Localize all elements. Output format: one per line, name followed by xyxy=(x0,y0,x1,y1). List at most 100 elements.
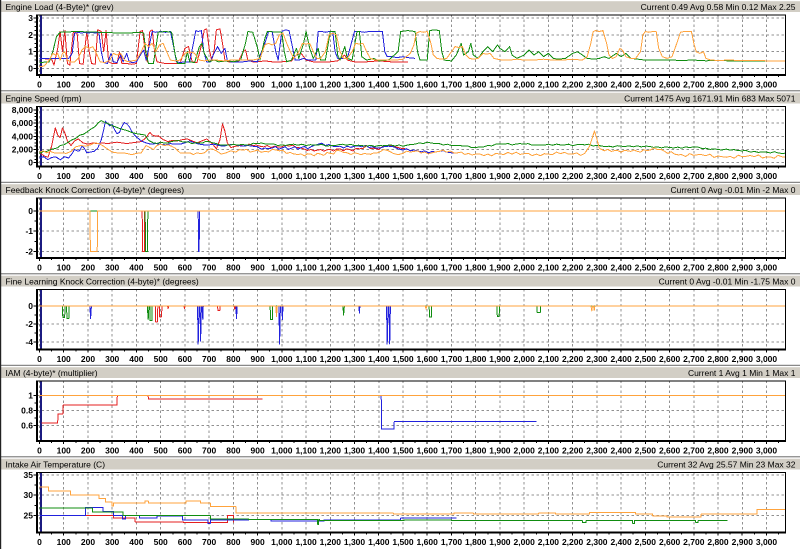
svg-text:600: 600 xyxy=(178,354,192,364)
svg-text:2,300: 2,300 xyxy=(586,171,608,181)
svg-text:500: 500 xyxy=(154,80,168,90)
svg-text:700: 700 xyxy=(202,80,216,90)
svg-text:700: 700 xyxy=(202,263,216,273)
svg-text:1,900: 1,900 xyxy=(489,171,511,181)
svg-text:700: 700 xyxy=(202,537,216,547)
svg-text:200: 200 xyxy=(81,446,95,456)
svg-text:2,400: 2,400 xyxy=(610,446,632,456)
svg-text:1,000: 1,000 xyxy=(271,537,293,547)
svg-text:1,600: 1,600 xyxy=(417,80,439,90)
svg-text:1,700: 1,700 xyxy=(441,354,463,364)
svg-text:1,300: 1,300 xyxy=(344,80,366,90)
svg-text:1,700: 1,700 xyxy=(441,537,463,547)
svg-text:800: 800 xyxy=(226,537,240,547)
svg-text:2,200: 2,200 xyxy=(562,263,584,273)
svg-text:2,600: 2,600 xyxy=(659,263,681,273)
svg-text:2,800: 2,800 xyxy=(707,171,729,181)
svg-text:3,000: 3,000 xyxy=(756,171,778,181)
svg-text:1,600: 1,600 xyxy=(417,171,439,181)
svg-text:Intake Air Temperature (C): Intake Air Temperature (C) xyxy=(6,460,106,470)
svg-text:1,000: 1,000 xyxy=(271,354,293,364)
svg-text:1,100: 1,100 xyxy=(295,537,317,547)
svg-text:700: 700 xyxy=(202,171,216,181)
svg-text:2,800: 2,800 xyxy=(707,263,729,273)
svg-text:900: 900 xyxy=(251,263,265,273)
svg-text:1,800: 1,800 xyxy=(465,446,487,456)
svg-text:400: 400 xyxy=(129,446,143,456)
svg-text:2,000: 2,000 xyxy=(514,171,536,181)
svg-text:2,900: 2,900 xyxy=(732,354,754,364)
svg-text:2,300: 2,300 xyxy=(586,263,608,273)
svg-text:2,900: 2,900 xyxy=(732,80,754,90)
svg-text:1,600: 1,600 xyxy=(417,446,439,456)
svg-text:2: 2 xyxy=(28,30,33,40)
svg-text:500: 500 xyxy=(154,171,168,181)
svg-text:2,600: 2,600 xyxy=(659,446,681,456)
svg-text:0: 0 xyxy=(37,80,42,90)
svg-text:900: 900 xyxy=(251,80,265,90)
svg-text:1,500: 1,500 xyxy=(392,354,414,364)
svg-text:2,800: 2,800 xyxy=(707,446,729,456)
svg-text:2,800: 2,800 xyxy=(707,80,729,90)
svg-text:30: 30 xyxy=(24,490,34,500)
svg-text:100: 100 xyxy=(57,171,71,181)
svg-text:Engine Load (4-Byte)* (grev): Engine Load (4-Byte)* (grev) xyxy=(6,2,114,12)
svg-text:2,200: 2,200 xyxy=(562,537,584,547)
svg-text:Current 32 Avg 25.57 Min 23 Ma: Current 32 Avg 25.57 Min 23 Max 32 xyxy=(657,460,796,470)
svg-text:1,500: 1,500 xyxy=(392,537,414,547)
svg-text:2,300: 2,300 xyxy=(586,354,608,364)
svg-text:1,400: 1,400 xyxy=(368,80,390,90)
svg-text:-4: -4 xyxy=(25,337,33,347)
svg-text:1,600: 1,600 xyxy=(417,354,439,364)
svg-text:2,400: 2,400 xyxy=(610,263,632,273)
svg-text:1,000: 1,000 xyxy=(271,446,293,456)
svg-text:1,100: 1,100 xyxy=(295,263,317,273)
svg-text:Feedback Knock Correction (4-b: Feedback Knock Correction (4-byte)* (deg… xyxy=(6,185,185,195)
svg-text:1,800: 1,800 xyxy=(465,537,487,547)
svg-text:1,400: 1,400 xyxy=(368,263,390,273)
svg-text:Current 0.49 Avg 0.58 Min 0.12: Current 0.49 Avg 0.58 Min 0.12 Max 2.25 xyxy=(641,2,796,12)
svg-text:2,500: 2,500 xyxy=(635,80,657,90)
svg-text:1,200: 1,200 xyxy=(320,171,342,181)
svg-text:3,000: 3,000 xyxy=(756,446,778,456)
svg-text:200: 200 xyxy=(81,354,95,364)
svg-text:2,200: 2,200 xyxy=(562,171,584,181)
svg-text:400: 400 xyxy=(129,354,143,364)
svg-text:2,100: 2,100 xyxy=(538,446,560,456)
svg-text:800: 800 xyxy=(226,171,240,181)
svg-text:1,400: 1,400 xyxy=(368,446,390,456)
svg-text:1: 1 xyxy=(28,391,33,401)
svg-text:1,800: 1,800 xyxy=(465,171,487,181)
svg-text:8,000: 8,000 xyxy=(12,105,34,115)
svg-text:400: 400 xyxy=(129,80,143,90)
svg-text:2,300: 2,300 xyxy=(586,446,608,456)
svg-text:0.8: 0.8 xyxy=(21,406,33,416)
svg-text:100: 100 xyxy=(57,537,71,547)
svg-text:600: 600 xyxy=(178,446,192,456)
svg-text:2,000: 2,000 xyxy=(514,354,536,364)
svg-text:1,100: 1,100 xyxy=(295,354,317,364)
svg-text:2,700: 2,700 xyxy=(683,263,705,273)
svg-text:35: 35 xyxy=(24,470,34,480)
svg-text:1,100: 1,100 xyxy=(295,446,317,456)
svg-text:600: 600 xyxy=(178,171,192,181)
svg-text:0: 0 xyxy=(37,171,42,181)
svg-text:1,300: 1,300 xyxy=(344,263,366,273)
svg-text:300: 300 xyxy=(105,537,119,547)
svg-text:1,800: 1,800 xyxy=(465,354,487,364)
svg-text:1,700: 1,700 xyxy=(441,171,463,181)
svg-text:900: 900 xyxy=(251,537,265,547)
svg-text:2,200: 2,200 xyxy=(562,80,584,90)
svg-text:0: 0 xyxy=(37,354,42,364)
svg-text:1,500: 1,500 xyxy=(392,80,414,90)
svg-text:6,000: 6,000 xyxy=(12,118,34,128)
svg-text:1,200: 1,200 xyxy=(320,263,342,273)
svg-text:0: 0 xyxy=(28,158,33,168)
svg-text:2,800: 2,800 xyxy=(707,537,729,547)
svg-text:700: 700 xyxy=(202,446,216,456)
svg-text:1,800: 1,800 xyxy=(465,80,487,90)
svg-text:2,200: 2,200 xyxy=(562,446,584,456)
svg-text:1,900: 1,900 xyxy=(489,80,511,90)
svg-text:2,100: 2,100 xyxy=(538,171,560,181)
svg-text:600: 600 xyxy=(178,263,192,273)
